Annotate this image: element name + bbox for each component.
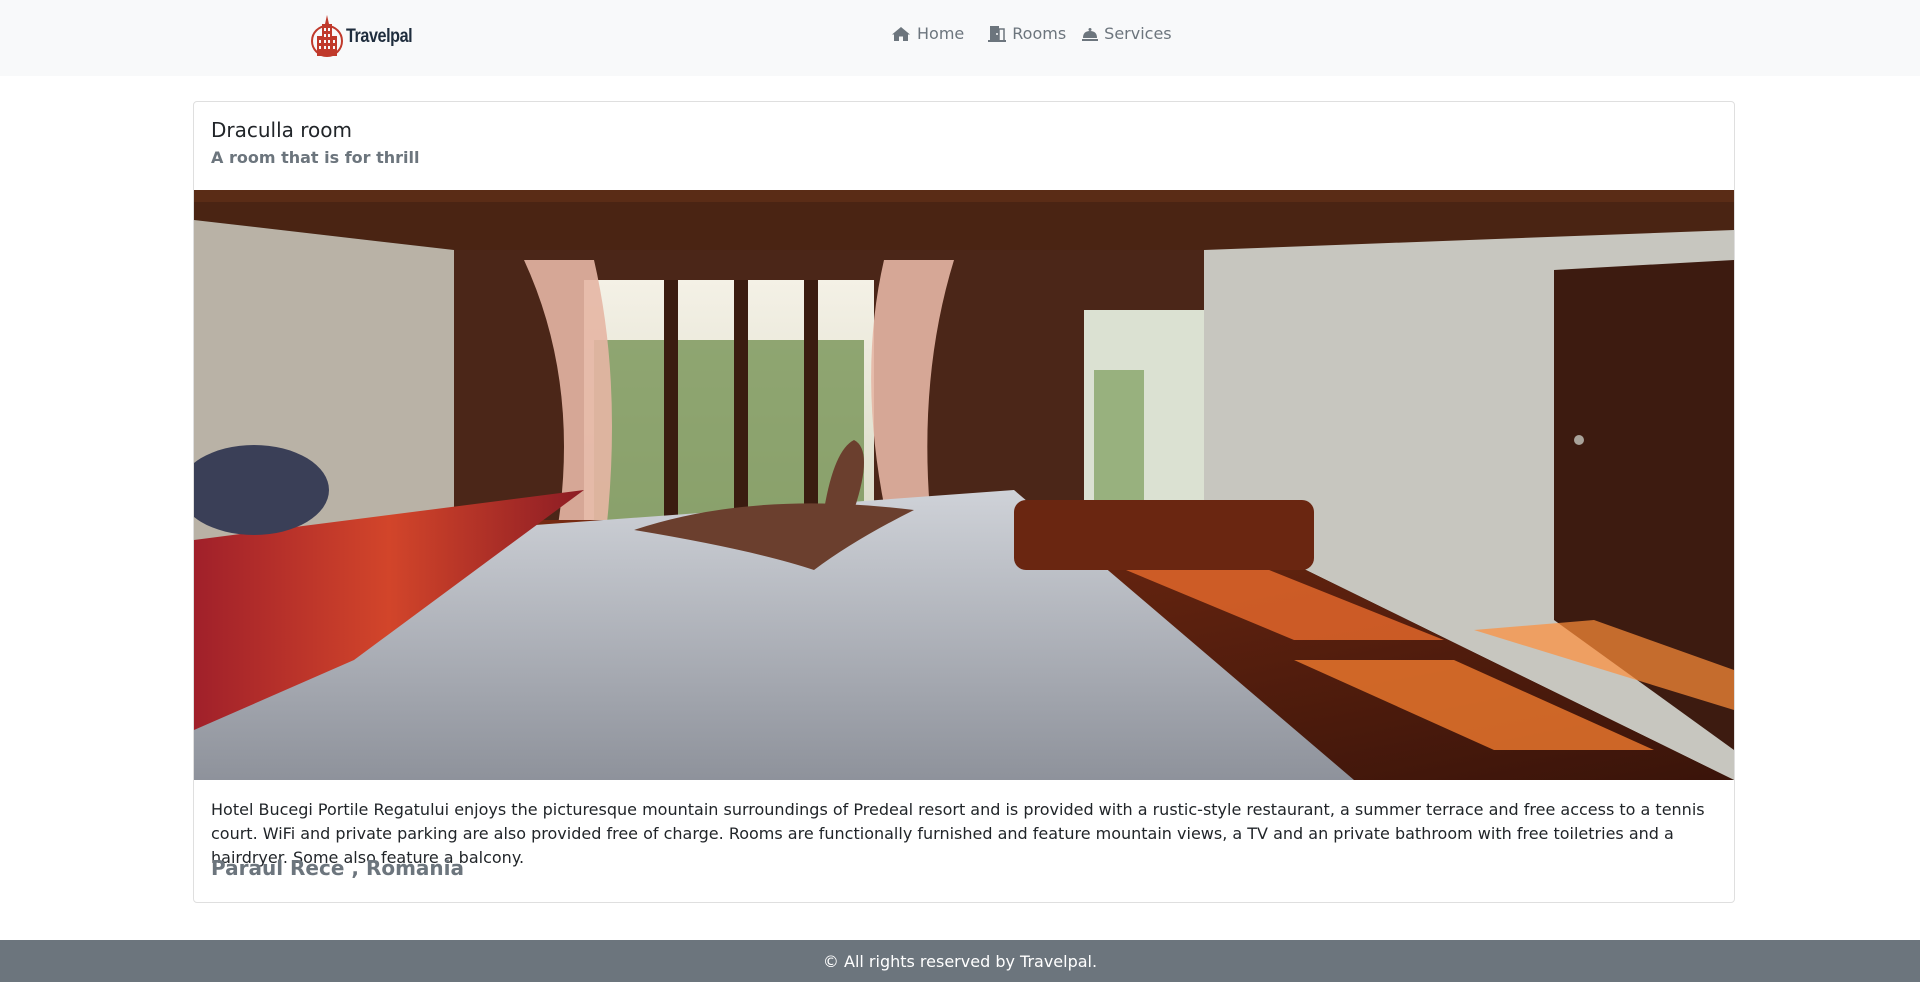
nav-home-label: Home xyxy=(917,24,965,43)
nav-rooms-label: Rooms xyxy=(1012,24,1067,43)
room-card: Draculla room A room that is for thrill xyxy=(193,101,1735,903)
hotel-tower-icon xyxy=(310,12,344,62)
room-subtitle: A room that is for thrill xyxy=(211,148,420,167)
brand-name: Travelpal xyxy=(346,26,413,47)
door-icon xyxy=(988,25,1007,42)
navbar: Travelpal Home Rooms Services xyxy=(0,0,1920,76)
footer: © All rights reserved by Travelpal. xyxy=(0,940,1920,982)
brand-logo-link[interactable]: Travelpal xyxy=(310,14,424,60)
room-photo xyxy=(194,190,1734,780)
nav-rooms[interactable]: Rooms xyxy=(988,24,1066,43)
nav-services-label: Services xyxy=(1104,24,1172,43)
bell-icon xyxy=(1082,27,1099,41)
nav-services[interactable]: Services xyxy=(1082,24,1172,43)
footer-copyright: © All rights reserved by Travelpal. xyxy=(822,951,1098,971)
home-icon xyxy=(891,26,911,42)
main-nav: Home Rooms Services xyxy=(891,24,1188,43)
nav-home[interactable]: Home xyxy=(891,24,964,43)
room-location: Paraul Rece , Romania xyxy=(211,856,465,880)
room-title: Draculla room xyxy=(211,118,353,142)
